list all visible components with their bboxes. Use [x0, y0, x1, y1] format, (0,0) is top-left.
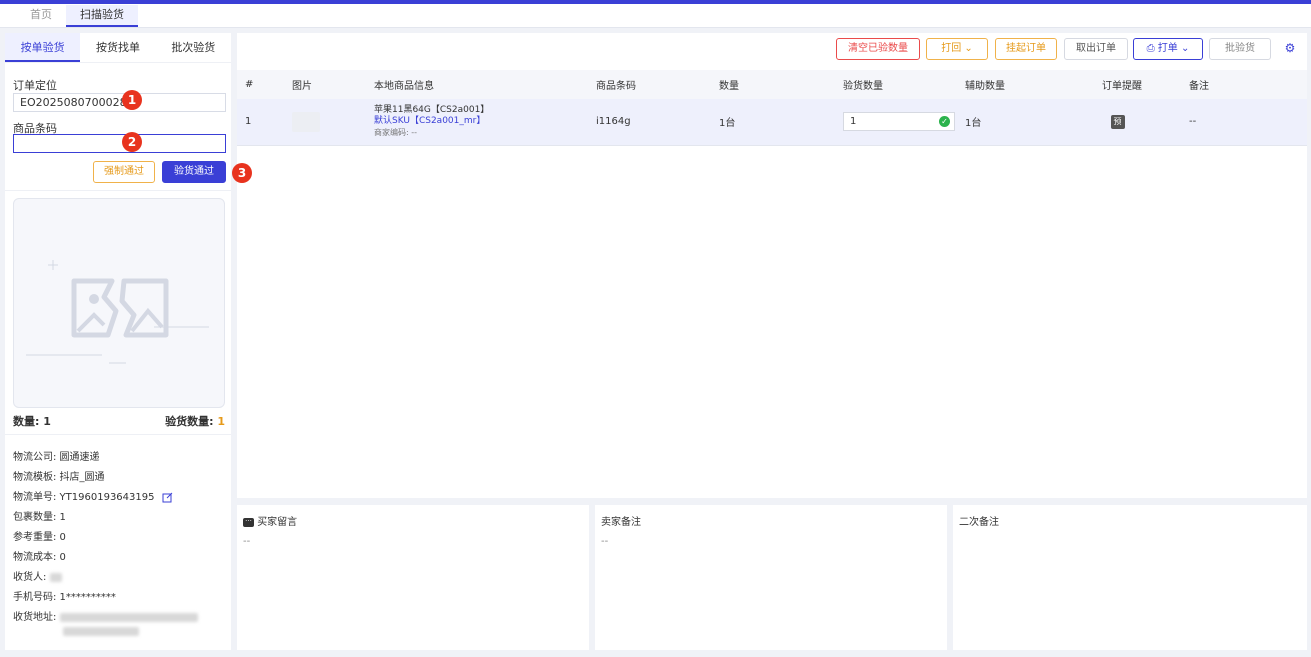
- logistics-company: 物流公司: 圆通速递: [13, 452, 100, 463]
- col-barcode-header: 商品条码: [588, 70, 711, 99]
- receiver: 收货人:: [13, 568, 62, 583]
- order-locate-label: 订单定位: [13, 79, 57, 92]
- barcode-input[interactable]: [13, 134, 226, 153]
- order-locate-input[interactable]: EO2025080700028: [13, 93, 226, 112]
- col-reminder-header: 订单提醒: [1094, 70, 1181, 99]
- step-badge-3: 3: [232, 163, 252, 183]
- settings-gear-icon[interactable]: ⚙: [1280, 38, 1300, 60]
- action-toolbar: 清空已验数量 打回 ⌄ 挂起订单 取出订单 ⎙ 打单 ⌄ 批验货 ⚙: [237, 33, 1307, 65]
- force-pass-button[interactable]: 强制通过: [93, 161, 155, 183]
- row-quantity: 1台: [711, 99, 835, 146]
- row-verify-qty: 1 ✓: [835, 99, 957, 146]
- table-header-row: # 图片 本地商品信息 商品条码 数量 验货数量 辅助数量 订单提醒 备注: [237, 70, 1307, 99]
- product-sku[interactable]: 默认SKU【CS2a001_mr】: [374, 116, 588, 127]
- verify-qty-input[interactable]: 1 ✓: [843, 112, 955, 132]
- verify-pass-button[interactable]: 验货通过: [162, 161, 226, 183]
- chat-icon: ···: [243, 517, 254, 527]
- check-icon: ✓: [939, 116, 950, 128]
- col-aux-qty-header: 辅助数量: [957, 70, 1094, 99]
- seller-note-title: 卖家备注: [601, 517, 641, 528]
- total-quantity: 数量: 1: [13, 415, 51, 428]
- col-verify-qty-header: 验货数量: [835, 70, 957, 99]
- take-out-order-button[interactable]: 取出订单: [1064, 38, 1128, 60]
- seller-note-value: --: [601, 536, 609, 547]
- package-count: 包裹数量: 1: [13, 512, 66, 523]
- row-barcode: i1164g: [588, 99, 711, 146]
- phone-number: 手机号码: 1**********: [13, 592, 116, 603]
- col-product-info-header: 本地商品信息: [366, 70, 588, 99]
- reference-weight: 参考重量: 0: [13, 532, 66, 543]
- shipping-address: 收货地址:: [13, 608, 198, 623]
- row-index: 1: [237, 99, 284, 146]
- verified-quantity: 验货数量: 1: [165, 415, 225, 428]
- chevron-down-icon: ⌄: [964, 43, 973, 54]
- row-product-info: 苹果11黑64G【CS2a001】 默认SKU【CS2a001_mr】 商家编码…: [366, 99, 588, 146]
- section-divider: [5, 434, 231, 435]
- logistics-template: 物流模板: 抖店_圆通: [13, 472, 105, 483]
- second-note-panel: 二次备注: [953, 505, 1307, 650]
- step-badge-1: 1: [122, 90, 142, 110]
- logistics-cost: 物流成本: 0: [13, 552, 66, 563]
- tab-scan-verify[interactable]: 扫描验货: [66, 5, 138, 27]
- main-panel: 清空已验数量 打回 ⌄ 挂起订单 取出订单 ⎙ 打单 ⌄ 批验货 ⚙ # 图片 …: [237, 33, 1307, 498]
- buyer-message-value: --: [243, 536, 251, 547]
- tab-find-order-by-goods[interactable]: 按货找单: [80, 33, 155, 62]
- product-image-placeholder: [13, 198, 225, 408]
- return-dropdown-button[interactable]: 打回 ⌄: [926, 38, 988, 60]
- second-note-title: 二次备注: [959, 517, 999, 528]
- merchant-code: 商家编码: --: [374, 128, 418, 138]
- batch-verify-button[interactable]: 批验货: [1209, 38, 1271, 60]
- step-badge-2: 2: [122, 132, 142, 152]
- hold-order-button[interactable]: 挂起订单: [995, 38, 1057, 60]
- tab-batch-verify[interactable]: 批次验货: [156, 33, 231, 62]
- col-quantity-header: 数量: [711, 70, 835, 99]
- row-remark: --: [1181, 99, 1307, 146]
- verify-mode-tabs: 按单验货 按货找单 批次验货: [5, 33, 231, 63]
- page-tabs: 首页 扫描验货: [0, 4, 1311, 28]
- buyer-message-panel: ··· 买家留言 --: [237, 505, 589, 650]
- product-thumbnail: [292, 111, 320, 132]
- col-image-header: 图片: [284, 70, 366, 99]
- items-table: # 图片 本地商品信息 商品条码 数量 验货数量 辅助数量 订单提醒 备注 1 …: [237, 70, 1307, 146]
- edit-icon[interactable]: [162, 492, 173, 503]
- tab-home[interactable]: 首页: [16, 5, 66, 27]
- printer-icon: ⎙: [1146, 43, 1155, 54]
- clear-verified-button[interactable]: 清空已验数量: [836, 38, 920, 60]
- tab-verify-by-order[interactable]: 按单验货: [5, 33, 81, 62]
- left-panel: 按单验货 按货找单 批次验货 订单定位 EO2025080700028 1 商品…: [5, 33, 252, 650]
- chevron-down-icon: ⌄: [1180, 43, 1190, 54]
- col-index-header: #: [237, 70, 284, 99]
- shipping-address-continued: [63, 626, 139, 637]
- quantity-summary: 数量: 1 验货数量: 1: [13, 413, 225, 429]
- image-placeholder-icon: [26, 260, 209, 364]
- buyer-message-title: ··· 买家留言: [243, 513, 583, 528]
- row-aux-qty: 1台: [957, 99, 1094, 146]
- row-image: [284, 99, 366, 146]
- product-name: 苹果11黑64G【CS2a001】: [374, 105, 490, 116]
- tracking-number: 物流单号: YT1960193643195: [13, 488, 173, 503]
- presale-tag: 预: [1110, 114, 1125, 129]
- print-order-dropdown-button[interactable]: ⎙ 打单 ⌄: [1133, 38, 1203, 60]
- row-reminder: 预: [1094, 99, 1181, 146]
- section-divider: [5, 190, 231, 191]
- seller-note-panel: 卖家备注 --: [595, 505, 947, 650]
- col-remark-header: 备注: [1181, 70, 1307, 99]
- table-row[interactable]: 1 苹果11黑64G【CS2a001】 默认SKU【CS2a001_mr】 商家…: [237, 99, 1307, 146]
